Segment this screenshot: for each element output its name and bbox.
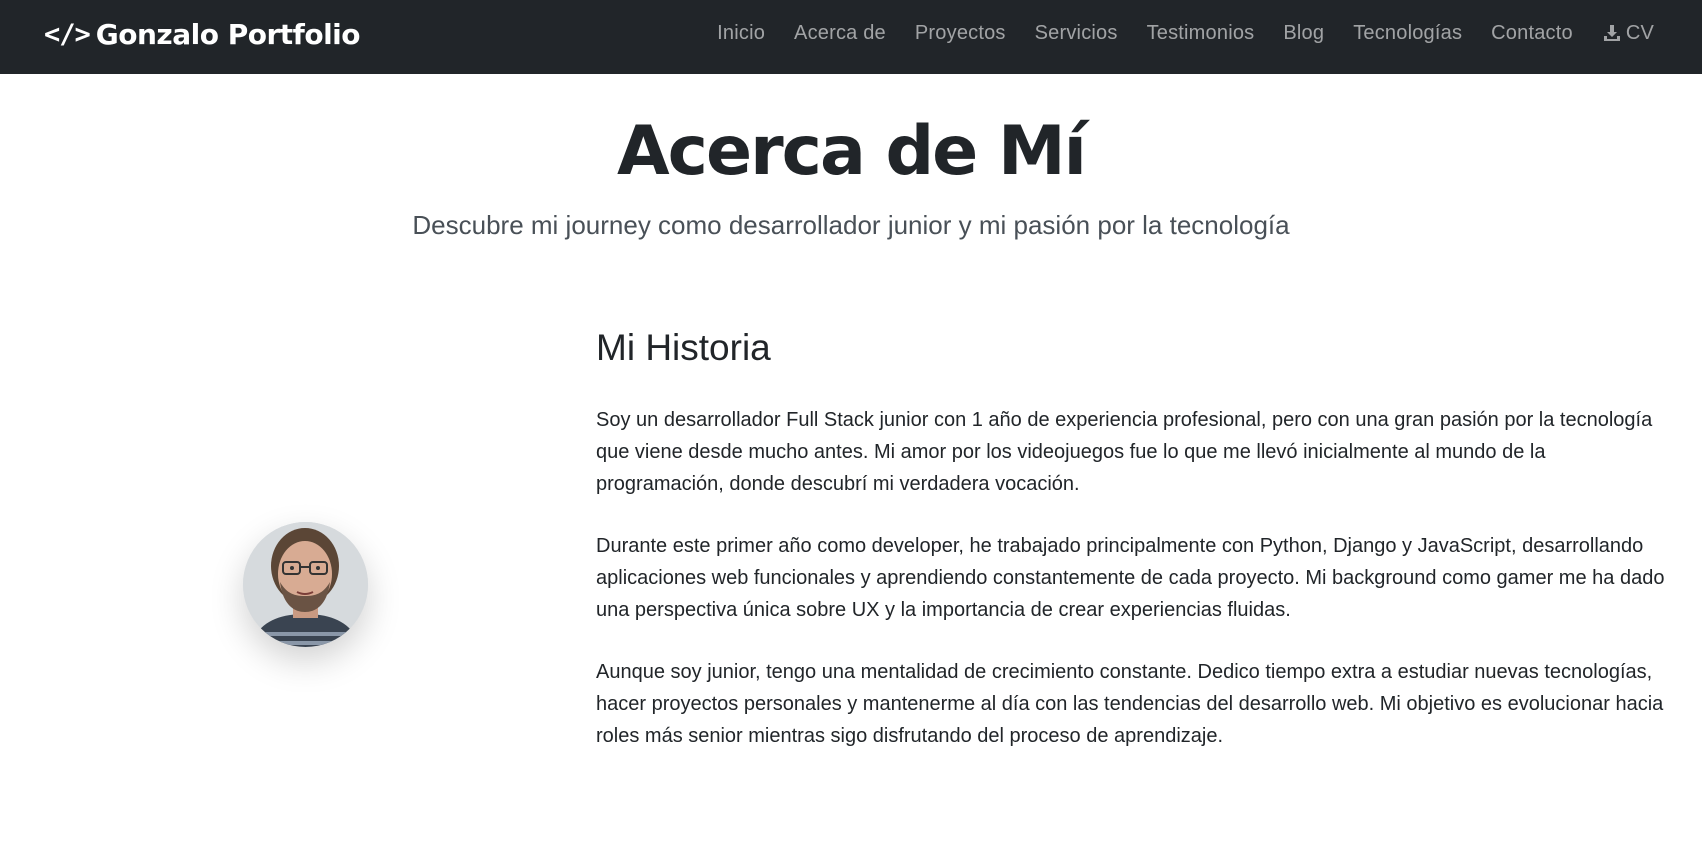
story-paragraph-2: Durante este primer año como developer, … xyxy=(596,535,1665,621)
page-subtitle: Descubre mi journey como desarrollador j… xyxy=(412,210,1290,240)
nav-link-inicio[interactable]: Inicio xyxy=(717,22,765,45)
download-icon xyxy=(1603,25,1620,41)
avatar xyxy=(243,522,368,647)
cv-label: CV xyxy=(1625,21,1654,44)
download-cv-button[interactable]: CV xyxy=(1602,22,1654,45)
about-story-section: Mi Historia Soy un desarrollador Full St… xyxy=(596,322,1676,782)
page-title: Acerca de Mí xyxy=(617,112,1087,191)
nav-menu: Inicio Acerca de Proyectos Servicios Tes… xyxy=(717,0,1654,66)
nav-link-acerca-de[interactable]: Acerca de xyxy=(794,22,886,45)
code-icon: </> xyxy=(44,18,91,50)
brand-name: Gonzalo Portfolio xyxy=(95,17,361,51)
story-paragraph-3: Aunque soy junior, tengo una mentalidad … xyxy=(596,661,1664,747)
brand-logo-link[interactable]: </> Gonzalo Portfolio xyxy=(44,14,361,54)
nav-link-tecnologias[interactable]: Tecnologías xyxy=(1353,22,1462,45)
nav-link-contacto[interactable]: Contacto xyxy=(1491,22,1573,45)
story-paragraph-1: Soy un desarrollador Full Stack junior c… xyxy=(596,409,1653,495)
nav-link-testimonios[interactable]: Testimonios xyxy=(1147,22,1255,45)
profile-photo xyxy=(243,522,368,647)
nav-link-servicios[interactable]: Servicios xyxy=(1035,22,1118,45)
nav-link-blog[interactable]: Blog xyxy=(1283,22,1324,45)
story-heading: Mi Historia xyxy=(596,327,771,368)
nav-link-proyectos[interactable]: Proyectos xyxy=(915,22,1006,45)
top-navbar: </> Gonzalo Portfolio Inicio Acerca de P… xyxy=(0,0,1702,74)
